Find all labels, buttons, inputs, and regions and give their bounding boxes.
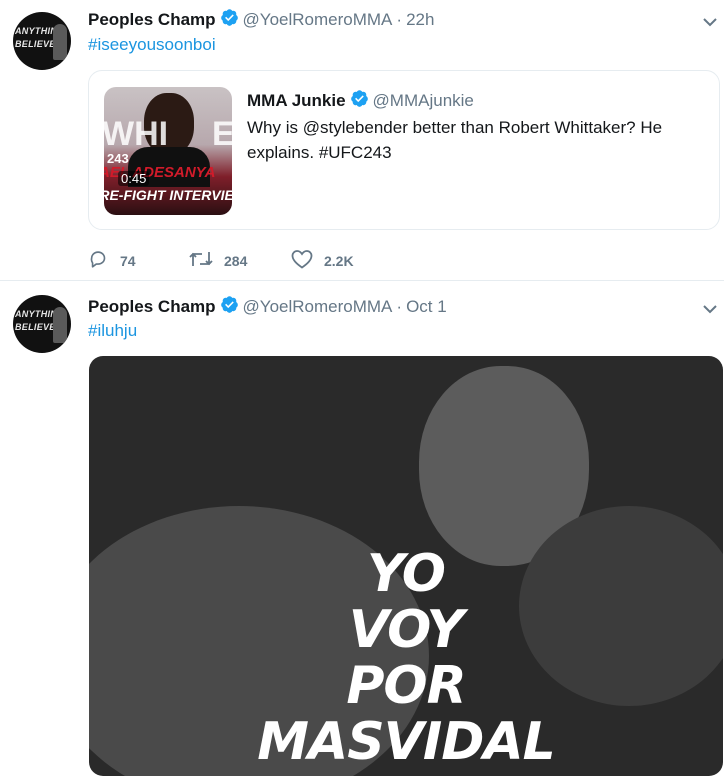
retweet-count: 284 [224, 252, 248, 269]
avatar[interactable]: ANYTHING BELIEVE [13, 295, 71, 353]
display-name[interactable]: Peoples Champ [88, 297, 216, 316]
avatar-figure [53, 24, 67, 60]
retweet-button[interactable]: 284 [188, 248, 247, 273]
tweet-1[interactable]: ANYTHING BELIEVE Peoples Champ @YoelRomer… [0, 0, 724, 280]
like-count: 2.2K [324, 252, 354, 269]
media-text-line2: VOY [348, 600, 464, 660]
video-thumbnail[interactable]: WHI E 243 ISRAEL ADESANYA 0:45 PRE-FIGHT… [104, 87, 232, 215]
heart-icon [290, 248, 314, 273]
chevron-down-icon[interactable] [702, 301, 718, 317]
verified-badge-icon [220, 8, 239, 32]
media-text-line4: MASVIDAL [257, 712, 556, 772]
display-name[interactable]: Peoples Champ [88, 10, 216, 29]
avatar-text-line2: BELIEVE [15, 39, 56, 49]
video-duration: 0:45 [118, 171, 150, 186]
hashtag-link[interactable]: #iluhju [88, 321, 137, 341]
reply-icon [88, 248, 110, 273]
like-button[interactable]: 2.2K [290, 248, 354, 273]
retweet-icon [188, 248, 214, 273]
quoted-display-name[interactable]: MMA Junkie [247, 91, 346, 110]
avatar-figure [53, 307, 67, 343]
quoted-handle[interactable]: @MMAjunkie [373, 91, 474, 110]
thumbnail-e: E [212, 115, 232, 153]
reply-button[interactable]: 74 [88, 248, 136, 273]
tweet-header: Peoples Champ @YoelRomeroMMA · Oct 1 [88, 295, 447, 319]
tweet-media-image[interactable]: YO VOY POR MASVIDAL [89, 356, 723, 776]
verified-badge-icon [350, 89, 369, 113]
verified-badge-icon [220, 295, 239, 319]
thumbnail-caption: PRE-FIGHT INTERVIEW [104, 187, 232, 203]
avatar-text-line2: BELIEVE [15, 322, 56, 332]
quoted-header: MMA Junkie @MMAjunkie [247, 89, 474, 113]
quoted-text: Why is @stylebender better than Robert W… [247, 118, 663, 162]
media-text-line3: POR [346, 656, 466, 716]
quoted-tweet[interactable]: WHI E 243 ISRAEL ADESANYA 0:45 PRE-FIGHT… [88, 70, 720, 230]
media-text-line1: YO [366, 544, 446, 604]
separator-dot: · [396, 10, 403, 29]
chevron-down-icon[interactable] [702, 14, 718, 30]
thumbnail-bigtext: WHI [104, 115, 169, 153]
timestamp[interactable]: 22h [406, 10, 434, 29]
hashtag-link[interactable]: #iseeyousoonboi [88, 35, 216, 55]
reply-count: 74 [120, 252, 136, 269]
timestamp[interactable]: Oct 1 [406, 297, 447, 316]
avatar[interactable]: ANYTHING BELIEVE [13, 12, 71, 70]
tweet-header: Peoples Champ @YoelRomeroMMA · 22h [88, 8, 434, 32]
handle[interactable]: @YoelRomeroMMA [243, 10, 393, 29]
handle[interactable]: @YoelRomeroMMA [243, 297, 393, 316]
separator-dot: · [396, 297, 403, 316]
